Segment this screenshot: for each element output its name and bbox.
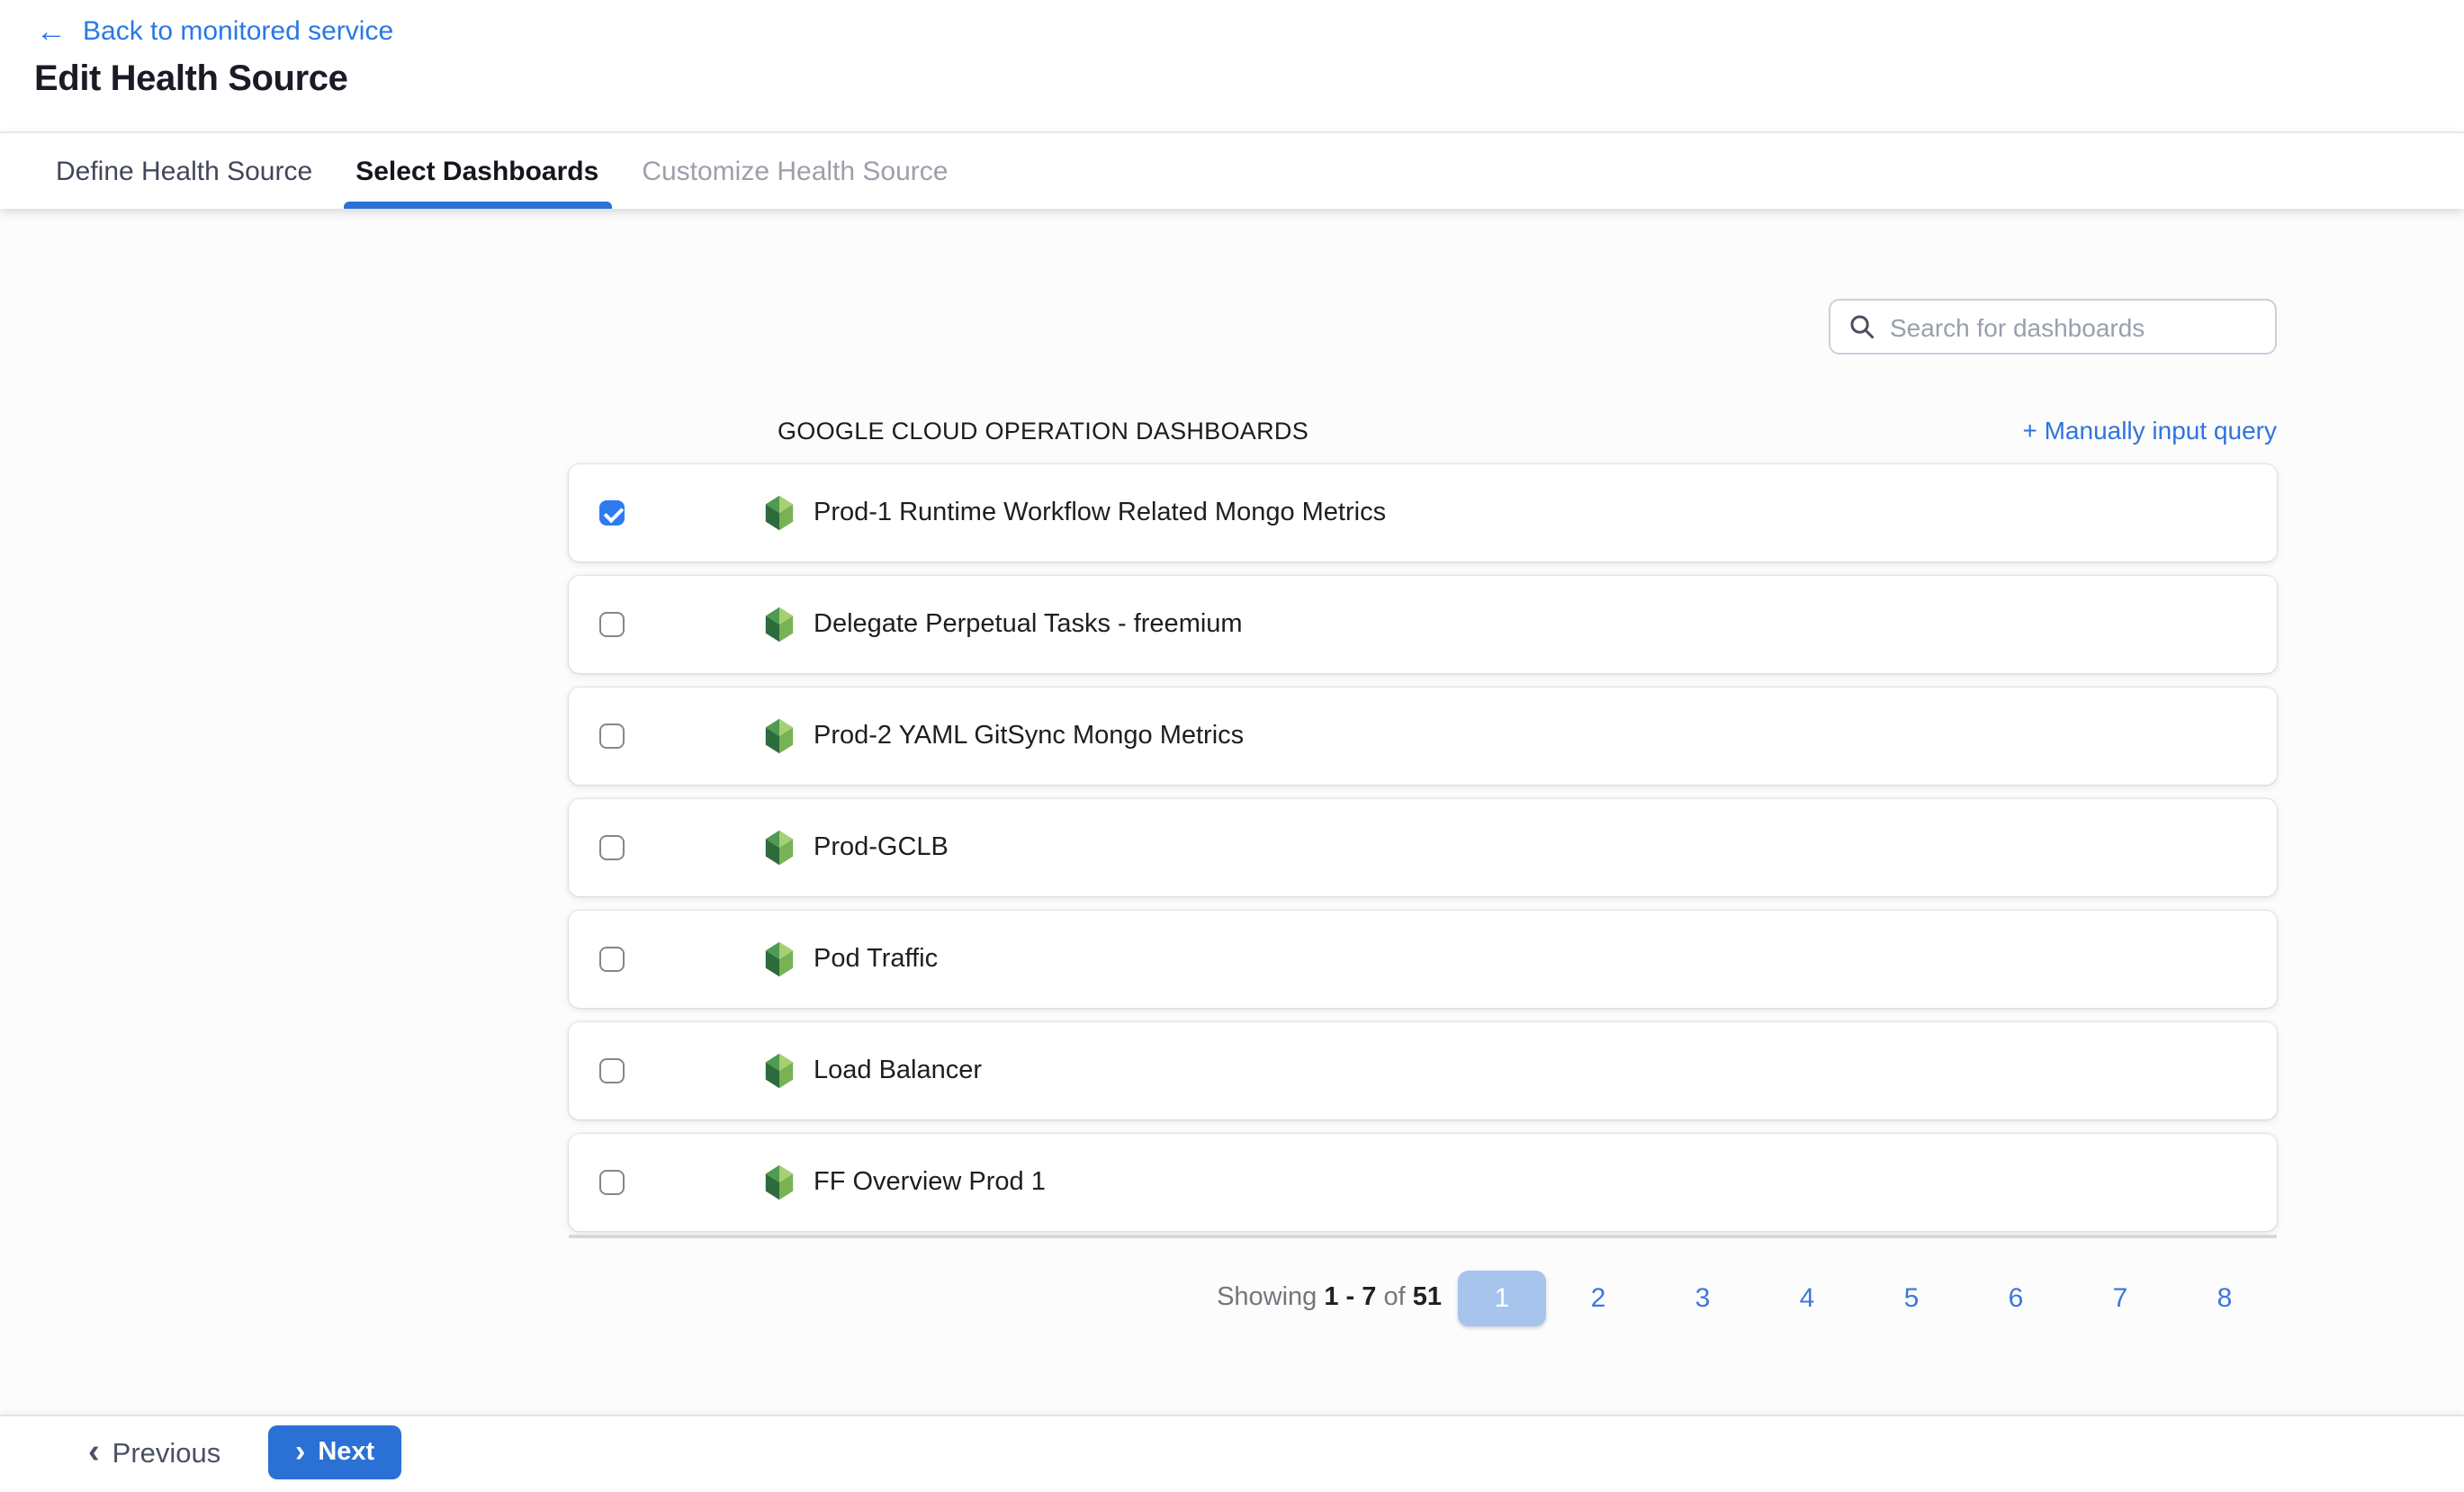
list-header: GOOGLE CLOUD OPERATION DASHBOARDS + Manu… — [778, 414, 2277, 446]
row-checkbox[interactable] — [599, 500, 625, 526]
dashboard-hexagon-icon — [763, 495, 796, 531]
back-to-monitored-service-link[interactable]: Back to monitored service — [83, 16, 393, 47]
tab-customize-health-source[interactable]: Customize Health Source — [629, 133, 960, 209]
tab-define-health-source[interactable]: Define Health Source — [43, 133, 325, 209]
row-checkbox[interactable] — [599, 1058, 625, 1083]
dashboard-hexagon-icon — [763, 1053, 796, 1089]
back-navigation[interactable]: ← Back to monitored service — [36, 16, 393, 47]
dashboard-hexagon-icon — [763, 718, 796, 754]
row-checkbox[interactable] — [599, 835, 625, 860]
pagination-summary: Showing 1 - 7 of 51 — [1217, 1283, 1442, 1312]
search-input[interactable] — [1890, 312, 2257, 341]
row-checkbox[interactable] — [599, 724, 625, 749]
dashboard-name: Pod Traffic — [814, 945, 938, 974]
pagination-page[interactable]: 8 — [2172, 1282, 2277, 1313]
wizard-tabbar: Define Health Source Select Dashboards C… — [0, 131, 2464, 209]
dashboard-hexagon-icon — [763, 1164, 796, 1200]
dashboard-name: Prod-2 YAML GitSync Mongo Metrics — [814, 722, 1244, 750]
list-bottom-divider — [569, 1235, 2277, 1238]
page-title: Edit Health Source — [34, 59, 347, 101]
back-arrow-icon: ← — [36, 16, 67, 47]
dashboard-name: Delegate Perpetual Tasks - freemium — [814, 610, 1243, 639]
dashboard-hexagon-icon — [763, 941, 796, 977]
dashboard-hexagon-icon — [763, 830, 796, 866]
row-checkbox[interactable] — [599, 1170, 625, 1195]
dashboard-name: Prod-GCLB — [814, 833, 949, 862]
pagination-page[interactable]: 5 — [1859, 1282, 1964, 1313]
dashboard-row[interactable]: Pod Traffic — [569, 911, 2277, 1008]
dashboard-row[interactable]: Load Balancer — [569, 1022, 2277, 1119]
dashboard-name: FF Overview Prod 1 — [814, 1168, 1046, 1197]
pagination-page[interactable]: 4 — [1755, 1282, 1859, 1313]
row-checkbox[interactable] — [599, 612, 625, 637]
pagination: Showing 1 - 7 of 51 12345678 — [569, 1269, 2277, 1326]
pagination-page[interactable]: 7 — [2068, 1282, 2172, 1313]
dashboard-row[interactable]: Prod-GCLB — [569, 799, 2277, 896]
edit-health-source-page: ← Back to monitored service Edit Health … — [0, 0, 2464, 1492]
manually-input-query-link[interactable]: + Manually input query — [2022, 416, 2277, 445]
dashboard-name: Prod-1 Runtime Workflow Related Mongo Me… — [814, 499, 1386, 527]
dashboard-search-box[interactable] — [1829, 299, 2277, 355]
dashboard-hexagon-icon — [763, 607, 796, 643]
content-area: GOOGLE CLOUD OPERATION DASHBOARDS + Manu… — [0, 209, 2464, 1415]
row-checkbox[interactable] — [599, 947, 625, 972]
dashboard-list: Prod-1 Runtime Workflow Related Mongo Me… — [569, 464, 2277, 1245]
dashboard-row[interactable]: Prod-2 YAML GitSync Mongo Metrics — [569, 688, 2277, 785]
chevron-right-icon: › — [295, 1435, 305, 1466]
search-icon — [1848, 313, 1875, 340]
previous-button[interactable]: ‹ Previous — [88, 1437, 220, 1471]
pagination-page[interactable]: 2 — [1546, 1282, 1650, 1313]
wizard-footer: ‹ Previous › Next — [0, 1415, 2464, 1492]
dashboard-name: Load Balancer — [814, 1056, 982, 1085]
dashboard-row[interactable]: FF Overview Prod 1 — [569, 1134, 2277, 1231]
chevron-left-icon: ‹ — [88, 1435, 100, 1470]
dashboard-row[interactable]: Delegate Perpetual Tasks - freemium — [569, 576, 2277, 673]
dashboard-group-title: GOOGLE CLOUD OPERATION DASHBOARDS — [778, 417, 1308, 444]
pagination-page[interactable]: 3 — [1650, 1282, 1755, 1313]
tab-select-dashboards[interactable]: Select Dashboards — [343, 133, 611, 209]
dashboard-row[interactable]: Prod-1 Runtime Workflow Related Mongo Me… — [569, 464, 2277, 562]
pagination-page[interactable]: 6 — [1964, 1282, 2068, 1313]
pagination-pages: 12345678 — [1458, 1270, 2277, 1326]
pagination-page-active[interactable]: 1 — [1458, 1270, 1546, 1326]
next-button[interactable]: › Next — [268, 1425, 401, 1479]
